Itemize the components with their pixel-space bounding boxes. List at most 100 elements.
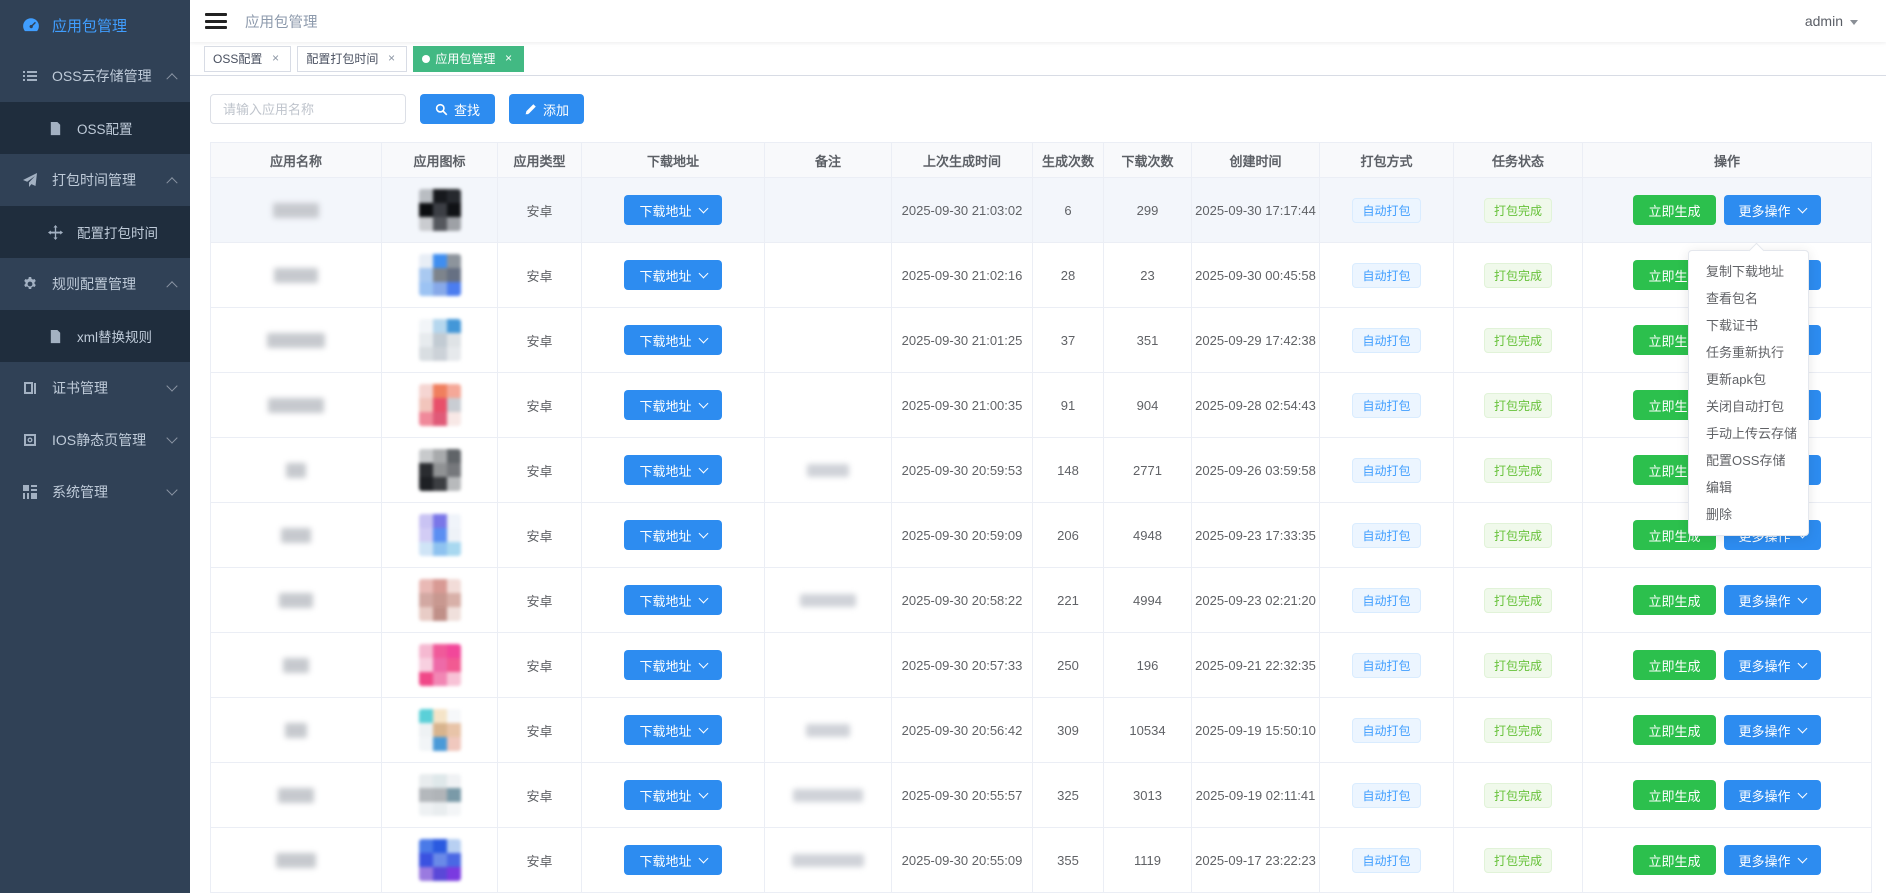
remark-cell xyxy=(765,373,892,438)
chevron-down-icon xyxy=(166,432,177,443)
task-status-cell: 打包完成 xyxy=(1454,438,1583,503)
download-address-button[interactable]: 下载地址 xyxy=(624,455,721,485)
remark-redacted xyxy=(806,724,850,737)
sidebar-logo[interactable]: 应用包管理 xyxy=(0,0,190,50)
search-icon xyxy=(435,103,448,116)
app-icon-image xyxy=(419,579,461,621)
sidebar-subitem-配置打包时间[interactable]: 配置打包时间 xyxy=(0,206,190,258)
operations-cell: 立即生成 更多操作 xyxy=(1583,828,1872,893)
app-name-cell xyxy=(211,698,382,763)
more-actions-button[interactable]: 更多操作 xyxy=(1724,845,1821,875)
close-icon[interactable] xyxy=(501,52,515,66)
operations-cell: 立即生成更多操作 xyxy=(1583,763,1872,828)
app-type-cell: 安卓 xyxy=(498,438,582,503)
pack-method-badge: 自动打包 xyxy=(1352,198,1420,223)
download-address-button[interactable]: 下载地址 xyxy=(624,780,721,810)
more-actions-button[interactable]: 更多操作 xyxy=(1724,780,1821,810)
sidebar-item-label: IOS静态页管理 xyxy=(52,430,168,450)
more-actions-button[interactable]: 更多操作 xyxy=(1724,585,1821,615)
generate-now-button[interactable]: 立即生成 xyxy=(1633,585,1715,615)
task-status-cell: 打包完成 xyxy=(1454,373,1583,438)
download-address-button[interactable]: 下载地址 xyxy=(624,650,721,680)
task-status-cell: 打包完成 xyxy=(1454,308,1583,373)
download-count-cell: 1119 xyxy=(1104,828,1192,893)
pack-method-badge: 自动打包 xyxy=(1352,588,1420,613)
chevron-down-icon xyxy=(698,399,708,409)
download-address-button[interactable]: 下载地址 xyxy=(624,195,721,225)
sidebar-item-规则配置管理[interactable]: 规则配置管理 xyxy=(0,258,190,310)
sidebar-item-OSS云存储管理[interactable]: OSS云存储管理 xyxy=(0,50,190,102)
download-address-button[interactable]: 下载地址 xyxy=(624,715,721,745)
remark-cell xyxy=(765,633,892,698)
tab-OSS配置[interactable]: OSS配置 xyxy=(204,46,291,72)
dropdown-item-更新apk包[interactable]: 更新apk包 xyxy=(1689,366,1808,393)
pack-method-badge: 自动打包 xyxy=(1352,523,1420,548)
download-count-cell: 3013 xyxy=(1104,763,1192,828)
download-cell: 下载地址 xyxy=(582,763,765,828)
task-status-cell: 打包完成 xyxy=(1454,243,1583,308)
dropdown-item-配置OSS存储[interactable]: 配置OSS存储 xyxy=(1689,447,1808,474)
close-icon[interactable] xyxy=(384,52,398,66)
download-address-button[interactable]: 下载地址 xyxy=(624,520,721,550)
generate-now-label: 立即生成 xyxy=(1648,851,1700,870)
chevron-down-icon xyxy=(698,854,708,864)
dropdown-item-下载证书[interactable]: 下载证书 xyxy=(1689,312,1808,339)
close-icon[interactable] xyxy=(268,52,282,66)
submenu: OSS配置 xyxy=(0,102,190,154)
download-count-cell: 196 xyxy=(1104,633,1192,698)
dropdown-item-关闭自动打包[interactable]: 关闭自动打包 xyxy=(1689,393,1808,420)
tab-配置打包时间[interactable]: 配置打包时间 xyxy=(297,46,407,72)
last-generated-cell: 2025-09-30 20:55:57 xyxy=(892,763,1033,828)
sidebar-subitem-xml替换规则[interactable]: xml替换规则 xyxy=(0,310,190,362)
app-icon-cell xyxy=(382,438,498,503)
download-address-button[interactable]: 下载地址 xyxy=(624,390,721,420)
sidebar-item-系统管理[interactable]: 系统管理 xyxy=(0,466,190,518)
remark-cell xyxy=(765,243,892,308)
remark-cell xyxy=(765,178,892,243)
app-icon-image xyxy=(419,514,461,556)
app-name-redacted xyxy=(283,658,309,673)
generate-now-button[interactable]: 立即生成 xyxy=(1633,650,1715,680)
more-actions-button[interactable]: 更多操作 xyxy=(1724,650,1821,680)
tab-应用包管理[interactable]: 应用包管理 xyxy=(413,46,524,72)
sidebar-subitem-OSS配置[interactable]: OSS配置 xyxy=(0,102,190,154)
download-address-button[interactable]: 下载地址 xyxy=(624,325,721,355)
document-icon xyxy=(48,121,63,136)
dropdown-item-查看包名[interactable]: 查看包名 xyxy=(1689,285,1808,312)
more-actions-button[interactable]: 更多操作 xyxy=(1724,715,1821,745)
user-dropdown[interactable]: admin xyxy=(1805,13,1858,29)
app-name-redacted xyxy=(281,528,311,543)
download-address-button[interactable]: 下载地址 xyxy=(624,845,721,875)
download-address-button[interactable]: 下载地址 xyxy=(624,260,721,290)
gear-icon xyxy=(22,276,38,292)
chevron-down-icon xyxy=(1797,659,1807,669)
created-time-cell: 2025-09-30 17:17:44 xyxy=(1192,178,1320,243)
created-time-cell: 2025-09-19 15:50:10 xyxy=(1192,698,1320,763)
sidebar-item-IOS静态页管理[interactable]: IOS静态页管理 xyxy=(0,414,190,466)
pack-method-badge: 自动打包 xyxy=(1352,653,1420,678)
generate-now-button[interactable]: 立即生成 xyxy=(1633,195,1715,225)
app-name-cell xyxy=(211,633,382,698)
download-address-button[interactable]: 下载地址 xyxy=(624,585,721,615)
dropdown-item-复制下载地址[interactable]: 复制下载地址 xyxy=(1689,258,1808,285)
dropdown-item-删除[interactable]: 删除 xyxy=(1689,501,1808,528)
table-row: 安卓下载地址2025-09-30 21:02:1628232025-09-30 … xyxy=(211,243,1872,308)
operations-cell: 立即生成更多操作 xyxy=(1583,178,1872,243)
add-button[interactable]: 添加 xyxy=(509,94,584,124)
search-input[interactable] xyxy=(210,94,406,124)
hamburger-menu-icon[interactable] xyxy=(205,13,227,29)
dropdown-item-任务重新执行[interactable]: 任务重新执行 xyxy=(1689,339,1808,366)
generate-now-button[interactable]: 立即生成 xyxy=(1633,715,1715,745)
search-button[interactable]: 查找 xyxy=(420,94,495,124)
download-count-cell: 904 xyxy=(1104,373,1192,438)
sidebar-item-证书管理[interactable]: 证书管理 xyxy=(0,362,190,414)
more-actions-button[interactable]: 更多操作 xyxy=(1724,195,1821,225)
generate-now-button[interactable]: 立即生成 xyxy=(1633,845,1715,875)
generate-now-button[interactable]: 立即生成 xyxy=(1633,780,1715,810)
app-name-cell xyxy=(211,763,382,828)
remark-cell xyxy=(765,763,892,828)
download-cell: 下载地址 xyxy=(582,828,765,893)
sidebar-item-打包时间管理[interactable]: 打包时间管理 xyxy=(0,154,190,206)
dropdown-item-编辑[interactable]: 编辑 xyxy=(1689,474,1808,501)
dropdown-item-手动上传云存储[interactable]: 手动上传云存储 xyxy=(1689,420,1808,447)
